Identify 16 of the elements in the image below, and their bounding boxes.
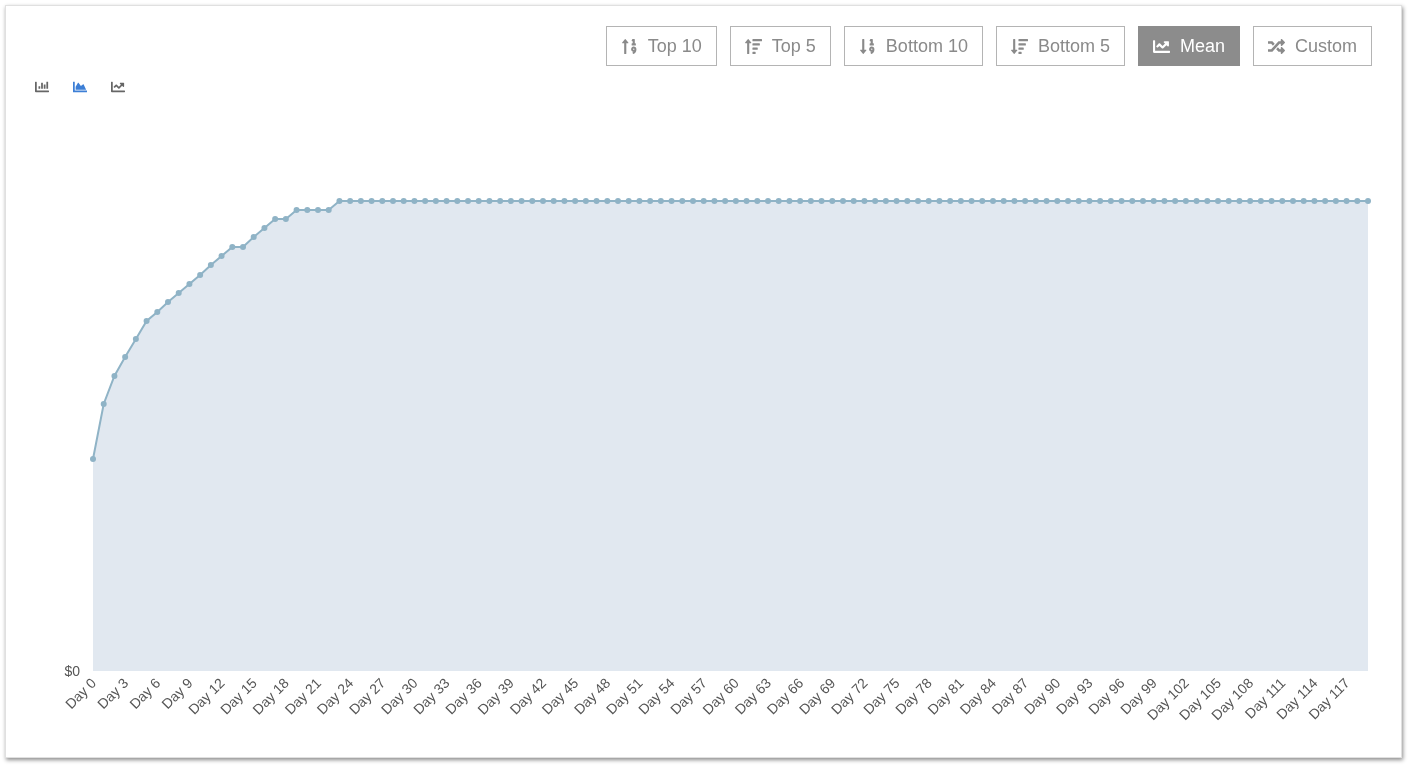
filter-button[interactable]: Bottom 10 [843,26,983,66]
filter-button[interactable]: Mean [1137,26,1240,66]
filter-button[interactable]: Top 5 [729,26,831,66]
filter-button[interactable]: Bottom 5 [995,26,1125,66]
line-chart-icon [1152,37,1170,55]
y-axis-label: $0 [64,663,80,679]
area-chart-icon[interactable] [73,80,87,94]
line-chart-icon[interactable] [111,80,125,94]
sort-down-icon [858,37,876,55]
shuffle-icon [1268,37,1285,55]
sort-up-icon [744,37,762,55]
bar-chart-icon[interactable] [35,80,49,94]
sort-down-icon [1010,37,1028,55]
filter-button[interactable]: Top 10 [605,26,717,66]
sort-up-icon [620,37,638,55]
filter-button[interactable]: Custom [1253,26,1372,66]
